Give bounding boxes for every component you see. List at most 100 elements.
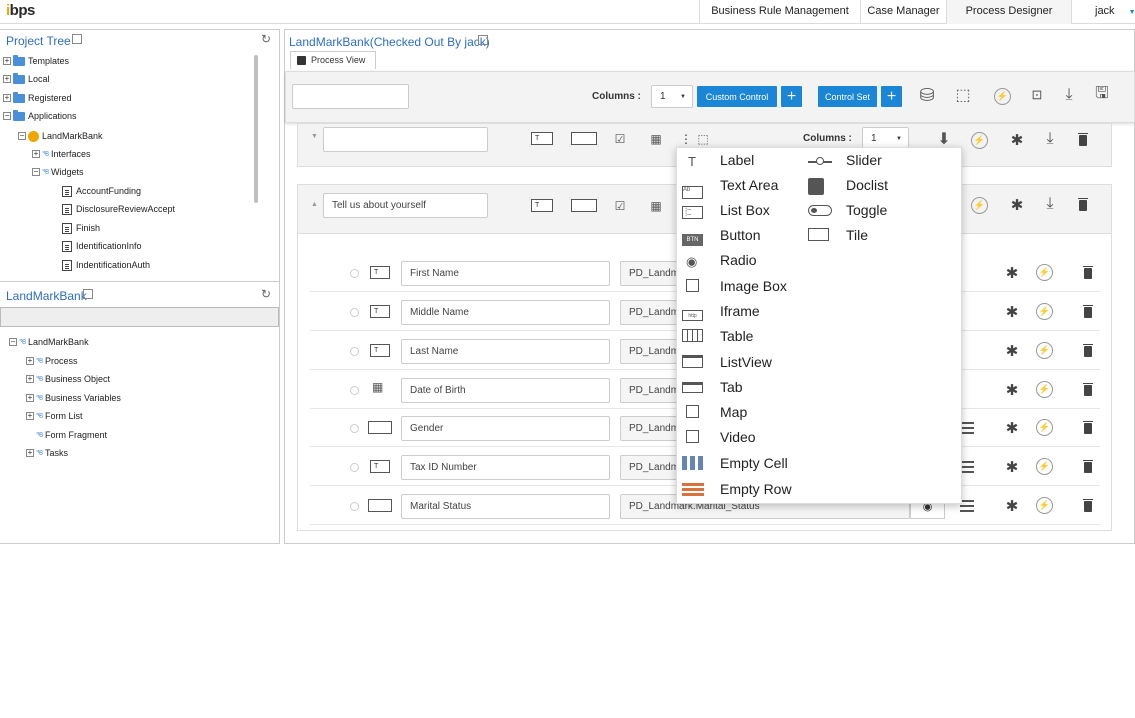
tree-item-registered[interactable]: + Registered <box>3 89 72 107</box>
nav-business-rule-management[interactable]: Business Rule Management <box>699 0 860 24</box>
lightning-icon[interactable]: ⚡ <box>1036 419 1053 436</box>
lightning-icon[interactable]: ⚡ <box>1036 342 1053 359</box>
control-option-text-area[interactable]: Ab Text Area <box>682 173 778 199</box>
delete-icon[interactable] <box>1083 305 1093 318</box>
dropdown-field-icon[interactable] <box>571 199 597 212</box>
delete-icon[interactable] <box>1078 198 1088 211</box>
columns-select[interactable]: 1 <box>651 85 693 108</box>
field-binding-input[interactable]: PD_Landm <box>620 378 679 403</box>
control-option-video[interactable]: Video <box>682 425 756 449</box>
calendar-icon[interactable]: ▦ <box>646 129 666 149</box>
add-control-set-button[interactable]: + <box>881 86 902 107</box>
settings-gear-icon[interactable]: ✱ <box>1004 458 1020 476</box>
field-binding-input[interactable]: PD_Landm <box>620 416 679 441</box>
control-option-image-box[interactable]: Image Box <box>682 274 787 298</box>
lightning-icon[interactable]: ⚡ <box>994 88 1011 105</box>
text-field-icon[interactable]: T <box>531 132 553 145</box>
checkbox-icon[interactable]: ☑ <box>610 196 630 216</box>
tree-item-business-object[interactable]: + °¹8 Business Object <box>26 370 110 388</box>
control-option-button[interactable]: BTN Button <box>682 223 760 247</box>
form-name-input[interactable] <box>292 84 409 109</box>
checkbox-icon[interactable]: ☑ <box>610 129 630 149</box>
lightning-icon[interactable]: ⚡ <box>1036 497 1053 514</box>
section-title-input[interactable] <box>323 127 488 152</box>
download-icon[interactable]: ⤓ <box>1040 194 1060 214</box>
lightning-icon[interactable]: ⚡ <box>1036 264 1053 281</box>
tree-item-landmarkbank-root[interactable]: − °¹8 LandMarkBank <box>9 333 89 351</box>
field-binding-input[interactable]: PD_Landm <box>620 300 679 325</box>
section-title-input[interactable]: Tell us about yourself <box>323 193 488 218</box>
lightning-icon[interactable]: ⚡ <box>1036 381 1053 398</box>
row-select-radio[interactable] <box>350 347 359 356</box>
control-option-label[interactable]: T Label <box>682 148 754 172</box>
tree-item-widgets[interactable]: − °¹8 Widgets <box>32 163 84 181</box>
control-option-list-box[interactable]: ⁝– ⁝– List Box <box>682 198 770 222</box>
control-option-tab[interactable]: Tab <box>682 375 743 399</box>
field-label-input[interactable]: Date of Birth <box>401 378 610 403</box>
control-menu-icon[interactable]: ⬚ <box>693 129 713 149</box>
control-option-empty-cell[interactable]: Empty Cell <box>682 451 788 475</box>
tree-item-form-list[interactable]: + °¹8 Form List <box>26 407 83 425</box>
tree-item-disclosurereviewaccept[interactable]: DisclosureReviewAccept <box>62 200 175 218</box>
settings-gear-icon[interactable]: ✱ <box>1004 264 1020 282</box>
control-option-listview[interactable]: ListView <box>682 350 772 374</box>
save-icon[interactable]: 🖫 <box>1092 85 1112 105</box>
field-label-input[interactable]: Tax ID Number <box>401 455 610 480</box>
select-region-icon[interactable]: ⬚ <box>953 85 973 105</box>
lightning-icon[interactable]: ⚡ <box>1036 458 1053 475</box>
settings-gear-icon[interactable]: ✱ <box>1004 497 1020 515</box>
field-binding-input[interactable]: PD_Landm <box>620 455 679 480</box>
settings-gear-icon[interactable]: ✱ <box>1004 419 1020 437</box>
row-select-radio[interactable] <box>350 269 359 278</box>
nav-case-manager[interactable]: Case Manager <box>860 0 946 24</box>
tab-process-view[interactable]: Process View <box>290 51 376 69</box>
control-option-slider[interactable]: Slider <box>808 148 882 172</box>
control-option-tile[interactable]: Tile <box>808 223 868 247</box>
row-select-radio[interactable] <box>350 502 359 511</box>
download-icon[interactable]: ⤓ <box>1040 129 1060 149</box>
field-label-input[interactable]: First Name <box>401 261 610 286</box>
tree-item-business-variables[interactable]: + °¹8 Business Variables <box>26 389 121 407</box>
settings-gear-icon[interactable]: ✱ <box>1004 381 1020 399</box>
settings-gear-icon[interactable]: ✱ <box>1009 131 1025 149</box>
bps-logo[interactable]: ibps <box>6 2 35 19</box>
field-label-input[interactable]: Marital Status <box>401 494 610 519</box>
tree-item-local[interactable]: + Local <box>3 70 50 88</box>
tree-item-indentificationauth[interactable]: IndentificationAuth <box>62 256 150 274</box>
add-custom-control-button[interactable]: + <box>781 86 802 107</box>
control-set-button[interactable]: Control Set <box>818 86 877 107</box>
tree-item-landmarkbank[interactable]: − LandMarkBank <box>18 127 103 145</box>
row-select-radio[interactable] <box>350 386 359 395</box>
custom-control-button[interactable]: Custom Control <box>697 86 777 107</box>
field-label-input[interactable]: Gender <box>401 416 610 441</box>
tree-item-process[interactable]: + °¹8 Process <box>26 352 78 370</box>
lightning-icon[interactable]: ⚡ <box>971 132 988 149</box>
options-list-icon[interactable] <box>960 422 974 424</box>
control-option-toggle[interactable]: Toggle <box>808 198 887 222</box>
settings-gear-icon[interactable]: ✱ <box>1009 196 1025 214</box>
tree-item-tasks[interactable]: + °¹8 Tasks <box>26 444 68 462</box>
tree-item-applications[interactable]: − Applications <box>3 107 77 125</box>
control-option-map[interactable]: Map <box>682 400 747 424</box>
control-option-radio[interactable]: ◉ Radio <box>682 248 757 272</box>
calendar-icon[interactable]: ▦ <box>646 196 666 216</box>
row-select-radio[interactable] <box>350 424 359 433</box>
dropdown-field-icon[interactable] <box>571 132 597 145</box>
delete-icon[interactable] <box>1078 133 1088 146</box>
delete-icon[interactable] <box>1083 344 1093 357</box>
external-link-icon[interactable] <box>72 34 82 44</box>
control-option-doclist[interactable]: Doclist <box>808 173 888 197</box>
delete-icon[interactable] <box>1083 499 1093 512</box>
field-label-input[interactable]: Middle Name <box>401 300 610 325</box>
options-list-icon[interactable] <box>960 461 974 463</box>
delete-icon[interactable] <box>1083 460 1093 473</box>
row-select-radio[interactable] <box>350 463 359 472</box>
control-option-iframe[interactable]: http Iframe <box>682 299 760 323</box>
delete-icon[interactable] <box>1083 421 1093 434</box>
tree-item-interfaces[interactable]: + °¹8 Interfaces <box>32 145 91 163</box>
field-binding-input[interactable]: PD_Landm <box>620 261 679 286</box>
nav-process-designer[interactable]: Process Designer <box>946 0 1071 24</box>
preview-icon[interactable]: ⊡ <box>1027 85 1047 105</box>
control-option-table[interactable]: Table <box>682 324 753 348</box>
field-binding-input[interactable]: PD_Landm <box>620 339 679 364</box>
